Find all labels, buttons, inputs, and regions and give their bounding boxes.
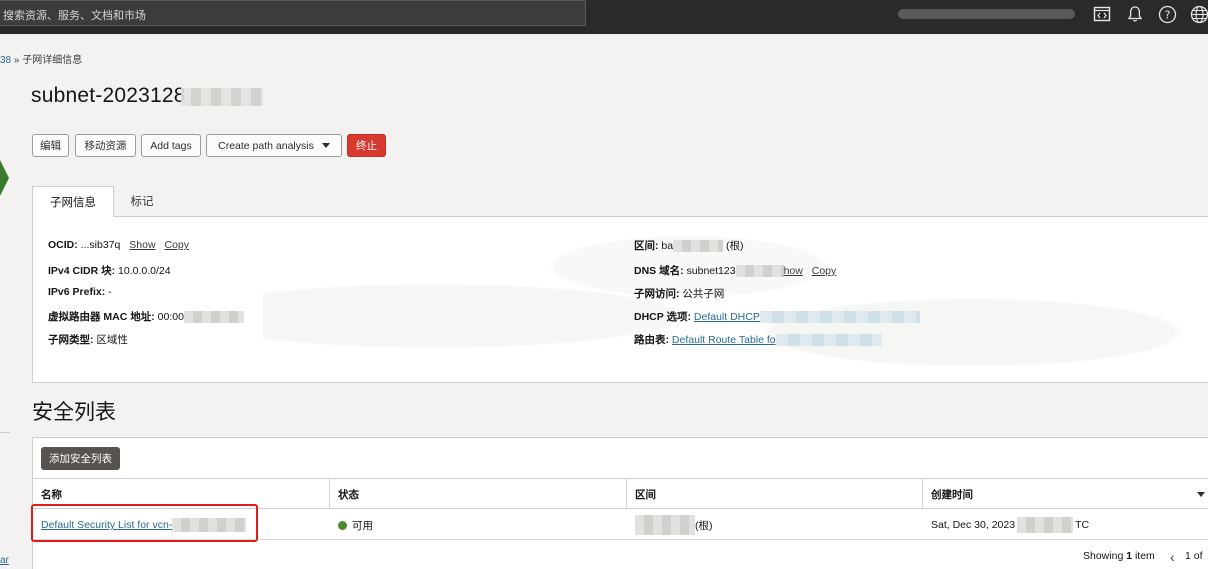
column-compartment[interactable]: 区间 xyxy=(627,479,923,509)
dhcp-link[interactable]: Default DHCP xyxy=(694,311,760,323)
compartment-field: 区间: ba (根) xyxy=(634,240,744,253)
highlight-box xyxy=(31,504,258,542)
create-path-analysis-label: Create path analysis xyxy=(218,139,314,152)
dhcp-redacted xyxy=(759,311,920,324)
status-badge: 可用 xyxy=(352,519,373,532)
status-cell: 可用 xyxy=(338,510,373,540)
bell-icon[interactable] xyxy=(1124,3,1146,25)
ocid-show-link[interactable]: Show xyxy=(129,239,155,251)
dhcp-field: DHCP 选项: Default DHCP xyxy=(634,309,920,324)
edit-button[interactable]: 编辑 xyxy=(32,134,69,157)
created-cell: Sat, Dec 30, 2023 TC xyxy=(931,517,1090,533)
mac-redacted xyxy=(183,311,244,324)
compartment-redacted xyxy=(673,240,724,253)
breadcrumb-separator: » xyxy=(13,55,20,66)
column-created[interactable]: 创建时间 xyxy=(923,479,1208,509)
create-path-analysis-button[interactable]: Create path analysis xyxy=(206,134,342,157)
search-placeholder: 搜索资源、服务、文档和市场 xyxy=(3,10,146,22)
dns-redacted xyxy=(735,265,784,278)
pagination-page: 1 of xyxy=(1185,550,1203,562)
subnet-access-field: 子网访问: 公共子网 xyxy=(634,288,725,300)
user-region-redacted xyxy=(898,9,1075,19)
ocid-field: OCID: ...sib37q Show Copy xyxy=(48,239,189,251)
pagination-summary: Showing 1 item xyxy=(1083,550,1155,562)
add-security-list-button[interactable]: 添加安全列表 xyxy=(41,447,120,470)
move-resource-button[interactable]: 移动资源 xyxy=(75,134,136,157)
breadcrumb-current: 子网详细信息 xyxy=(22,55,83,66)
code-console-icon[interactable] xyxy=(1091,3,1113,25)
tab-subnet-info[interactable]: 子网信息 xyxy=(32,186,114,217)
globe-icon[interactable] xyxy=(1188,3,1208,25)
ocid-copy-link[interactable]: Copy xyxy=(164,239,189,251)
top-bar: 搜索资源、服务、文档和市场 ? xyxy=(0,0,1208,34)
breadcrumb: 38 » 子网详细信息 xyxy=(0,51,82,66)
ipv6-field: IPv6 Prefix: - xyxy=(48,286,112,298)
tab-tags[interactable]: 标记 xyxy=(114,186,170,216)
chevron-left-icon[interactable]: ‹ xyxy=(1170,549,1175,565)
subnet-type-field: 子网类型: 区域性 xyxy=(48,334,128,346)
breadcrumb-parent-link[interactable]: 38 xyxy=(0,55,11,66)
title-redacted xyxy=(181,88,263,106)
help-icon[interactable]: ? xyxy=(1156,3,1178,25)
security-list-table: 添加安全列表 名称 状态 区间 创建时间 Default Security Li… xyxy=(32,437,1208,569)
chevron-down-icon xyxy=(321,143,330,148)
status-available-icon xyxy=(338,520,347,530)
route-table-field: 路由表: Default Route Table fo xyxy=(634,332,882,347)
route-redacted xyxy=(775,334,882,347)
sort-caret-icon[interactable] xyxy=(1197,492,1205,497)
dns-field: DNS 域名: subnet123 how Copy xyxy=(634,265,837,278)
subnet-info-panel: OCID: ...sib37q Show Copy IPv4 CIDR 块: 1… xyxy=(32,216,1208,383)
terminate-button[interactable]: 终止 xyxy=(347,134,386,157)
search-input[interactable]: 搜索资源、服务、文档和市场 xyxy=(0,0,586,26)
svg-text:?: ? xyxy=(1164,8,1170,21)
mac-field: 虚拟路由器 MAC 地址: 00:00 xyxy=(48,309,244,324)
page-title: subnet-2023128 xyxy=(31,84,186,107)
compartment-cell: (根) xyxy=(635,510,713,540)
dns-show-link[interactable]: how xyxy=(784,265,803,277)
side-divider xyxy=(0,432,10,433)
created-redacted xyxy=(1017,517,1074,533)
route-table-link[interactable]: Default Route Table fo xyxy=(672,334,776,346)
compartment-cell-redacted xyxy=(635,515,695,535)
ipv4-field: IPv4 CIDR 块: 10.0.0.0/24 xyxy=(48,265,171,277)
security-list-heading: 安全列表 xyxy=(32,401,116,424)
add-tags-button[interactable]: Add tags xyxy=(141,134,201,157)
dns-copy-link[interactable]: Copy xyxy=(812,265,837,277)
side-nav-arrow-icon[interactable] xyxy=(0,160,9,196)
side-nav-link[interactable]: ar xyxy=(0,555,9,566)
column-status[interactable]: 状态 xyxy=(330,479,626,509)
